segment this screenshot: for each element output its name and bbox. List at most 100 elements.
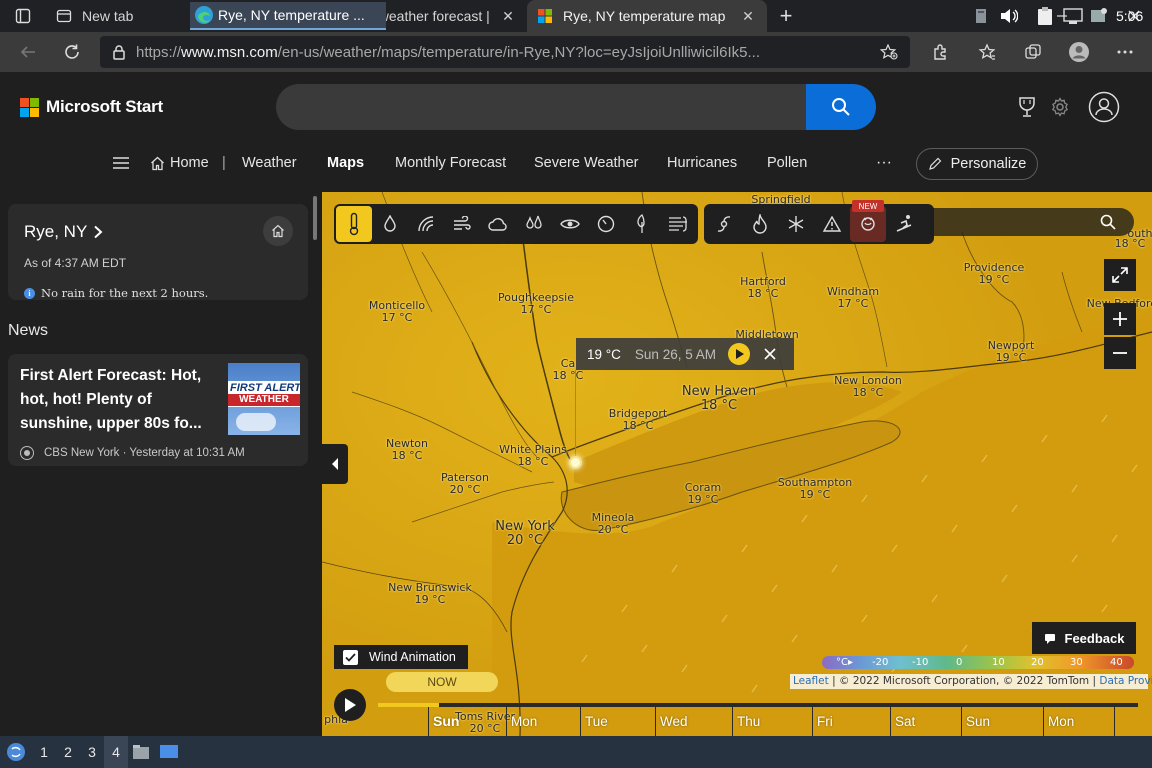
timeline-day[interactable]: Thu: [732, 707, 812, 736]
hurricane-layer-icon[interactable]: [706, 206, 742, 242]
leaflet-link[interactable]: Leaflet: [793, 675, 829, 687]
set-home-button[interactable]: [263, 216, 293, 246]
zoom-out-button[interactable]: [1104, 337, 1136, 369]
city-mineola[interactable]: Mineola 20 °C: [592, 512, 635, 536]
nav-monthly-forecast[interactable]: Monthly Forecast: [395, 144, 506, 182]
city-providence[interactable]: Providence 19 °C: [964, 262, 1025, 286]
map-search-input[interactable]: [930, 208, 1134, 236]
new-tab-button[interactable]: +: [767, 0, 805, 32]
nav-maps[interactable]: Maps: [327, 144, 364, 182]
now-marker[interactable]: NOW: [386, 672, 498, 692]
left-panel-scrollbar[interactable]: [313, 196, 317, 240]
timeline-day[interactable]: Fri: [812, 707, 890, 736]
storage-icon[interactable]: [972, 0, 990, 32]
city-bridgeport[interactable]: Bridgeport 18 °C: [609, 408, 667, 432]
city-new-london[interactable]: New London 18 °C: [834, 375, 902, 399]
city-hartford[interactable]: Hartford 18 °C: [740, 276, 786, 300]
wind-layer-icon[interactable]: [444, 206, 480, 242]
city-paterson[interactable]: Paterson 20 °C: [441, 472, 489, 496]
microsoft-start-logo[interactable]: Microsoft Start: [20, 97, 163, 117]
settings-gear-icon[interactable]: [1045, 92, 1075, 122]
news-card[interactable]: First Alert Forecast: Hot, hot, hot! Ple…: [8, 354, 308, 466]
city-white-plains[interactable]: White Plains 18 °C: [499, 444, 567, 468]
city-newton[interactable]: Newton 18 °C: [386, 438, 428, 462]
back-icon[interactable]: [8, 32, 48, 72]
close-tab-icon[interactable]: ✕: [739, 7, 757, 25]
city-new-brunswick[interactable]: New Brunswick 19 °C: [388, 582, 472, 606]
workspace-3[interactable]: 3: [80, 736, 104, 768]
popup-play-button[interactable]: [727, 343, 750, 365]
popup-close-icon[interactable]: [764, 348, 776, 360]
favorites-icon[interactable]: [964, 32, 1010, 72]
personalize-button[interactable]: Personalize: [916, 148, 1038, 180]
timeline-day[interactable]: Wed: [655, 707, 732, 736]
fullscreen-button[interactable]: [1104, 259, 1136, 291]
location-card[interactable]: Rye, NY As of 4:37 AM EDT i No rain for …: [8, 204, 308, 300]
desktop-icon[interactable]: [154, 736, 184, 768]
pollen-layer-icon[interactable]: [624, 206, 660, 242]
nav-hurricanes[interactable]: Hurricanes: [667, 144, 737, 182]
nav-severe-weather[interactable]: Severe Weather: [534, 144, 639, 182]
wind-animation-checkbox[interactable]: [343, 649, 358, 665]
add-favorite-icon[interactable]: [880, 44, 898, 60]
news-thumbnail[interactable]: FIRST ALERT WEATHER: [228, 363, 300, 435]
city-new-haven[interactable]: New Haven 18 °C: [682, 385, 756, 413]
more-options-icon[interactable]: [1102, 32, 1148, 72]
visibility-layer-icon[interactable]: [552, 206, 588, 242]
collections-icon[interactable]: [1010, 32, 1056, 72]
humidity-layer-icon[interactable]: [516, 206, 552, 242]
radar-layer-icon[interactable]: [408, 206, 444, 242]
city-newport[interactable]: Newport 19 °C: [988, 340, 1035, 364]
volume-icon[interactable]: [998, 0, 1020, 32]
location-name[interactable]: Rye, NY: [24, 222, 103, 242]
air-quality-layer-icon[interactable]: [660, 206, 696, 242]
timeline-day[interactable]: Sun: [428, 707, 506, 736]
feedback-button[interactable]: Feedback: [1032, 622, 1136, 654]
extensions-icon[interactable]: [918, 32, 964, 72]
collapse-panel-button[interactable]: [322, 444, 348, 484]
timeline-day[interactable]: Sun: [961, 707, 1043, 736]
severe-alert-layer-icon[interactable]: [814, 206, 850, 242]
snow-layer-icon[interactable]: [778, 206, 814, 242]
address-bar[interactable]: https://www.msn.com/en-us/weather/maps/t…: [100, 36, 910, 68]
account-icon[interactable]: [1087, 90, 1121, 124]
nav-more-button[interactable]: ···: [876, 144, 892, 182]
temperature-layer-icon[interactable]: [336, 206, 372, 242]
notification-icon[interactable]: [1088, 0, 1110, 32]
location-pin[interactable]: [569, 456, 582, 469]
timeline-day[interactable]: Mon: [506, 707, 580, 736]
file-manager-icon[interactable]: [128, 736, 154, 768]
wildfire-layer-icon[interactable]: [742, 206, 778, 242]
pressure-layer-icon[interactable]: [588, 206, 624, 242]
city-southampton[interactable]: Southampton 19 °C: [778, 477, 852, 501]
zoom-in-button[interactable]: [1104, 303, 1136, 335]
nav-pollen[interactable]: Pollen: [767, 144, 807, 182]
nav-home[interactable]: Home: [150, 144, 209, 182]
network-icon[interactable]: [1062, 0, 1084, 32]
site-search-input[interactable]: [276, 84, 876, 130]
rewards-icon[interactable]: [1012, 92, 1042, 122]
timeline-play-button[interactable]: [334, 689, 366, 721]
cloud-layer-icon[interactable]: [480, 206, 516, 242]
city-coram[interactable]: Coram 19 °C: [685, 482, 721, 506]
hamburger-menu-icon[interactable]: [112, 144, 130, 182]
timeline-day[interactable]: Sat: [890, 707, 961, 736]
news-title[interactable]: First Alert Forecast: Hot, hot, hot! Ple…: [20, 364, 216, 436]
nav-weather[interactable]: Weather: [242, 144, 297, 182]
city-poughkeepsie[interactable]: Poughkeepsie 17 °C: [498, 292, 574, 316]
clipboard-icon[interactable]: [1034, 0, 1056, 32]
tab-actions-icon[interactable]: [0, 0, 46, 32]
city-monticello[interactable]: Monticello 17 °C: [369, 300, 425, 324]
data-providers-link[interactable]: Data Providers: [1099, 675, 1152, 687]
close-tab-icon[interactable]: ✕: [499, 7, 517, 25]
taskbar-active-window[interactable]: Rye, NY temperature ...: [190, 2, 386, 30]
profile-avatar[interactable]: [1056, 32, 1102, 72]
timeline-day[interactable]: Tue: [580, 707, 655, 736]
precipitation-layer-icon[interactable]: [372, 206, 408, 242]
start-menu-icon[interactable]: [0, 736, 32, 768]
refresh-icon[interactable]: [52, 32, 92, 72]
lock-icon[interactable]: [112, 44, 126, 60]
ski-layer-icon[interactable]: [886, 206, 922, 242]
city-new-york[interactable]: New York 20 °C: [495, 520, 555, 548]
workspace-2[interactable]: 2: [56, 736, 80, 768]
